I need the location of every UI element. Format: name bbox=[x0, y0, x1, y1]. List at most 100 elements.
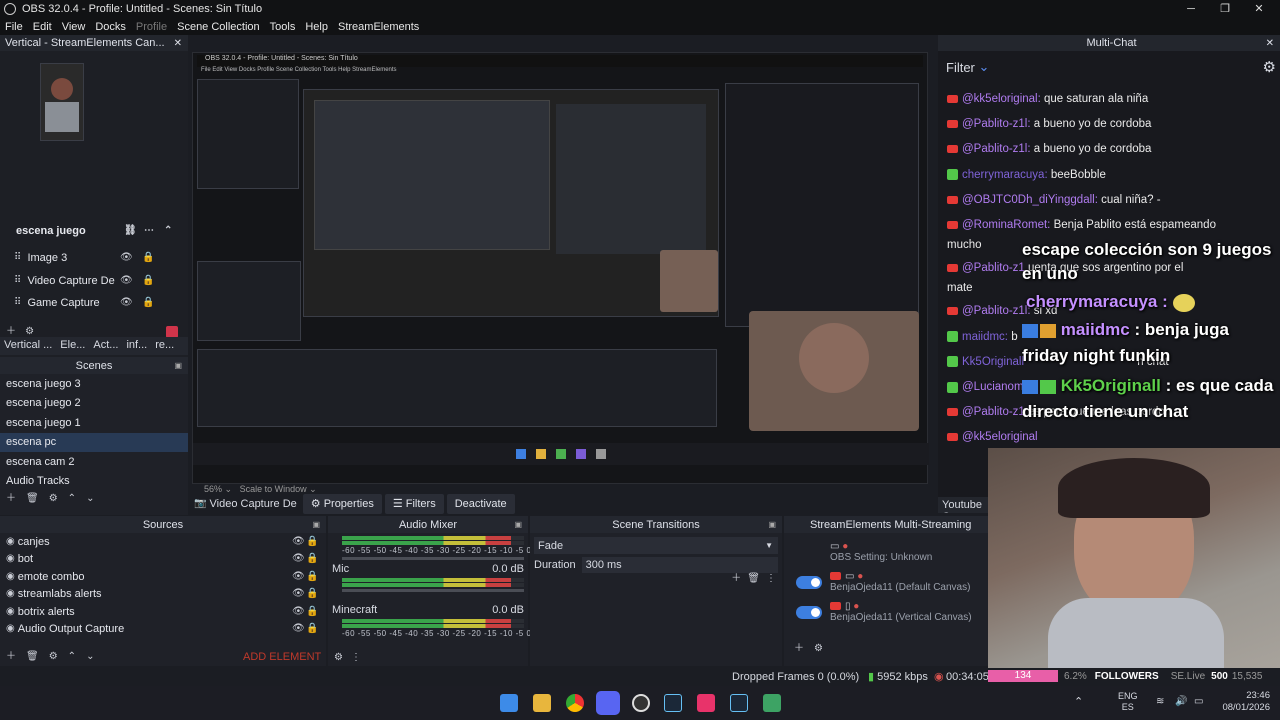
gear-icon[interactable]: ⚙ bbox=[49, 652, 58, 662]
deactivate-button[interactable]: Deactivate bbox=[446, 493, 515, 514]
eye-icon[interactable]: 👁 bbox=[292, 606, 305, 617]
lock-icon[interactable]: 🔒 bbox=[142, 298, 154, 308]
chat-username[interactable]: @OBJTC0Dh_diYinggdall: bbox=[962, 194, 1098, 206]
chat-username[interactable]: @RominaRomet: bbox=[962, 219, 1050, 231]
close-button[interactable]: ✕ bbox=[1242, 0, 1276, 18]
more-icon[interactable]: ⋯ bbox=[144, 226, 154, 236]
menu-scene-collection[interactable]: Scene Collection bbox=[172, 21, 265, 33]
dock-float-icon[interactable]: ▣ bbox=[768, 520, 776, 529]
menu-view[interactable]: View bbox=[57, 21, 91, 33]
source-item[interactable]: ◉ Audio Output Capture 👁 🔒 bbox=[0, 621, 326, 639]
lock-icon[interactable]: 🔒 bbox=[306, 624, 318, 634]
filter-dropdown[interactable]: Filter bbox=[946, 60, 975, 75]
source-item[interactable]: ◉ streamlabs alerts 👁 🔒 bbox=[0, 586, 326, 604]
language-indicator[interactable]: ENG ES bbox=[1118, 691, 1138, 713]
properties-button[interactable]: ⚙ Properties bbox=[302, 493, 382, 514]
scene-item-selected[interactable]: escena pc bbox=[0, 432, 188, 452]
chevron-up-icon[interactable]: ⌃ bbox=[68, 652, 76, 662]
eye-icon[interactable]: 👁 bbox=[292, 571, 305, 582]
menu-streamelements[interactable]: StreamElements bbox=[333, 21, 424, 33]
menu-tools[interactable]: Tools bbox=[265, 21, 301, 33]
eye-icon[interactable]: 👁 bbox=[292, 554, 305, 564]
source-item[interactable]: ◉ botrix alerts 👁 🔒 bbox=[0, 603, 326, 621]
scene-item[interactable]: escena cam 2 bbox=[0, 452, 188, 472]
gear-icon[interactable]: ⚙ bbox=[334, 653, 343, 663]
tiktok-icon[interactable] bbox=[697, 694, 715, 712]
lock-icon[interactable]: 🔒 bbox=[306, 554, 318, 564]
add-icon[interactable]: ＋ bbox=[794, 644, 804, 654]
trash-icon[interactable]: 🗑 bbox=[26, 652, 39, 662]
chat-username[interactable]: @Pablito-z1 bbox=[962, 406, 1025, 418]
drag-handle-icon[interactable]: ⠿ bbox=[14, 253, 21, 263]
eye-icon[interactable]: 👁 bbox=[120, 298, 133, 308]
preview-canvas[interactable]: OBS 32.0.4 - Profile: Untitled - Scenes:… bbox=[192, 52, 929, 484]
source-item[interactable]: ◉ canjes 👁 🔒 bbox=[0, 533, 326, 551]
tab-activity[interactable]: Act... bbox=[89, 337, 122, 355]
maximize-button[interactable]: ❐ bbox=[1208, 0, 1242, 18]
chevron-up-icon[interactable]: ⌃ bbox=[1074, 695, 1083, 708]
scene-item[interactable]: escena juego 1 bbox=[0, 413, 188, 433]
vertical-source-row[interactable]: ⠿ Video Capture De 👁 🔒 bbox=[0, 270, 188, 293]
dock-float-icon[interactable]: ▣ bbox=[514, 520, 522, 529]
volume-icon[interactable]: 🔊 bbox=[1175, 696, 1187, 707]
chat-username[interactable]: @Lucianom bbox=[962, 381, 1024, 393]
tab-vertical[interactable]: Vertical ... bbox=[0, 337, 56, 355]
chat-username[interactable]: @kk5eloriginal bbox=[962, 431, 1038, 443]
lock-icon[interactable]: 🔒 bbox=[142, 253, 154, 263]
menu-help[interactable]: Help bbox=[300, 21, 333, 33]
close-icon[interactable]: ✕ bbox=[1266, 38, 1274, 49]
trash-icon[interactable]: 🗑 bbox=[747, 574, 760, 584]
chat-username[interactable]: @Pablito-z1l: bbox=[962, 305, 1031, 317]
chat-username[interactable]: @Pablito-z1l: bbox=[962, 118, 1031, 130]
chat-username[interactable]: cherrymaracuya: bbox=[962, 169, 1048, 181]
chevron-up-icon[interactable]: ⌃ bbox=[164, 226, 172, 236]
filter-icon[interactable]: ⚙ bbox=[49, 494, 58, 504]
obs-icon[interactable] bbox=[632, 694, 650, 712]
gear-icon[interactable]: ⚙ bbox=[814, 644, 823, 654]
eye-icon[interactable]: 👁 bbox=[120, 253, 133, 263]
source-item[interactable]: ◉ bot 👁 🔒 bbox=[0, 551, 326, 569]
file-explorer-icon[interactable] bbox=[533, 694, 551, 712]
clock[interactable]: 23:46 08/01/2026 bbox=[1218, 690, 1270, 714]
lock-icon[interactable]: 🔒 bbox=[306, 536, 318, 547]
gear-icon[interactable]: ⚙ bbox=[1263, 58, 1276, 76]
chevron-down-icon[interactable]: ⌄ bbox=[86, 652, 94, 662]
add-icon[interactable]: ＋ bbox=[6, 327, 16, 337]
steam-icon[interactable] bbox=[664, 694, 682, 712]
add-icon[interactable]: ＋ bbox=[6, 652, 16, 662]
source-item[interactable]: ◉ emote combo 👁 🔒 bbox=[0, 568, 326, 586]
lock-icon[interactable]: 🔒 bbox=[306, 606, 318, 617]
add-icon[interactable]: ＋ bbox=[731, 574, 741, 584]
lock-icon[interactable]: 🔒 bbox=[306, 571, 318, 582]
trash-icon[interactable]: 🗑 bbox=[26, 494, 39, 504]
more-icon[interactable]: ⋮ bbox=[766, 574, 776, 584]
add-icon[interactable]: ＋ bbox=[6, 494, 16, 504]
duration-input[interactable]: 300 ms bbox=[581, 557, 778, 573]
minimize-button[interactable]: ─ bbox=[1174, 0, 1208, 18]
chat-username[interactable]: @Pablito-z1 bbox=[962, 262, 1025, 274]
tab-info[interactable]: inf... bbox=[122, 337, 151, 355]
drag-handle-icon[interactable]: ⠿ bbox=[14, 275, 21, 286]
windows-start-icon[interactable] bbox=[500, 694, 518, 712]
stream-toggle[interactable] bbox=[796, 575, 822, 589]
tab-elements[interactable]: Ele... bbox=[56, 337, 89, 355]
eye-icon[interactable]: 👁 bbox=[120, 275, 133, 286]
battery-icon[interactable]: ▭ bbox=[1194, 696, 1203, 707]
stream-toggle[interactable] bbox=[796, 605, 822, 619]
wifi-icon[interactable]: ≋ bbox=[1156, 696, 1164, 707]
chevron-up-icon[interactable]: ⌃ bbox=[68, 494, 76, 504]
scene-item[interactable]: escena juego 2 bbox=[0, 394, 188, 414]
scene-item[interactable]: escena juego 3 bbox=[0, 374, 188, 394]
chat-username[interactable]: @kk5eloriginal: bbox=[962, 93, 1041, 105]
youtube-chat-tab[interactable]: Youtube C bbox=[938, 497, 990, 513]
transition-select[interactable]: Fade ▼ bbox=[534, 537, 778, 554]
eye-icon[interactable]: 👁 bbox=[292, 589, 305, 599]
add-element-button[interactable]: ADD ELEMENT bbox=[243, 651, 321, 663]
more-icon[interactable]: ⋮ bbox=[351, 653, 361, 663]
lock-icon[interactable]: 🔒 bbox=[306, 589, 318, 599]
menu-file[interactable]: File bbox=[0, 21, 28, 33]
steam-icon[interactable] bbox=[730, 694, 748, 712]
menu-docks[interactable]: Docks bbox=[90, 21, 131, 33]
filters-button[interactable]: ☰ Filters bbox=[384, 493, 444, 514]
tab-re[interactable]: re... bbox=[151, 337, 178, 355]
